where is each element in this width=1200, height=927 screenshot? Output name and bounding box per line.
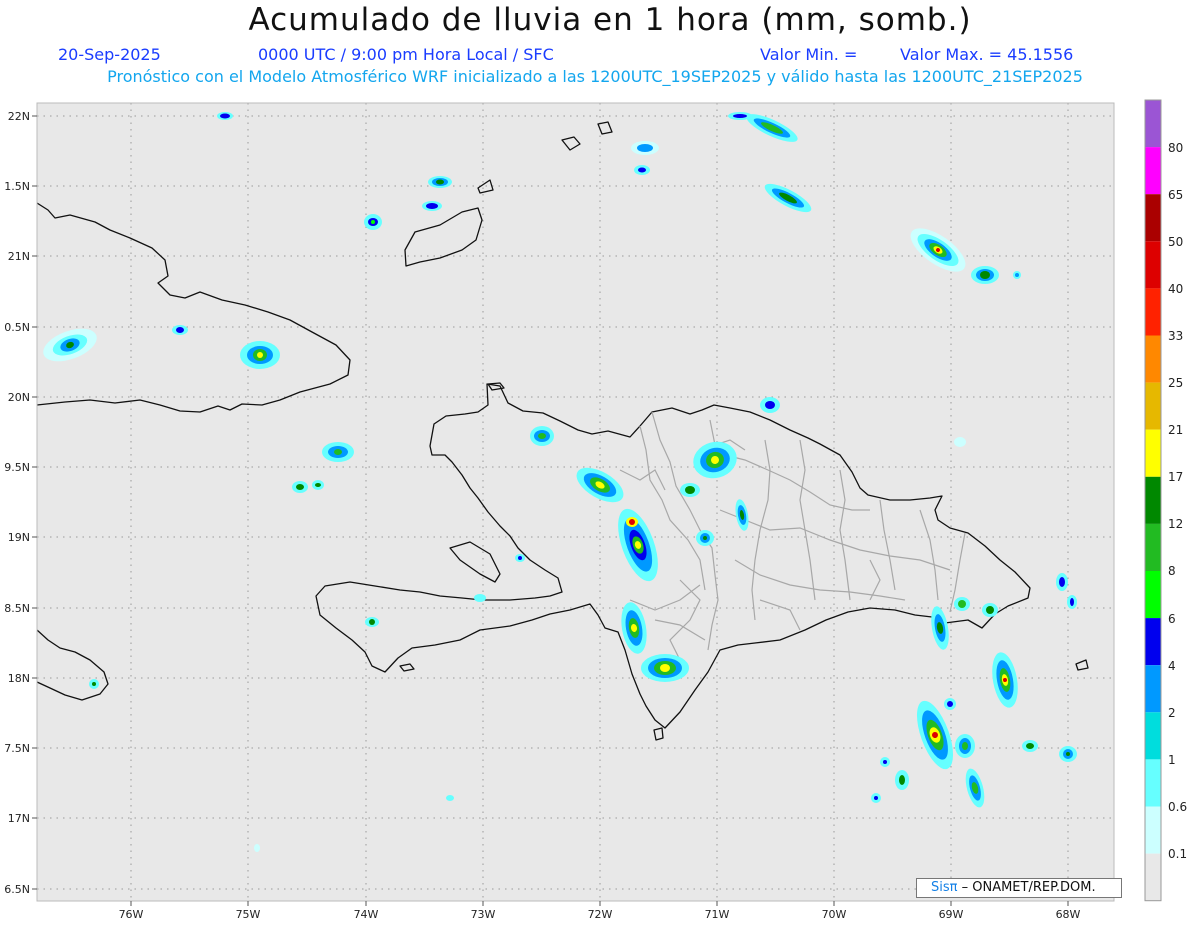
lon-tick: 75W xyxy=(236,908,261,921)
colorbar-swatch xyxy=(1145,100,1161,148)
rainfall-map: 76W 75W 74W 73W 72W 71W 70W 69W 68W 22N … xyxy=(4,99,1187,921)
credit-text: – ONAMET/REP.DOM. xyxy=(957,880,1096,895)
colorbar-label: 0.6 xyxy=(1168,800,1187,814)
colorbar-label: 12 xyxy=(1168,517,1183,531)
lon-tick: 73W xyxy=(471,908,496,921)
colorbar-swatch xyxy=(1145,194,1161,242)
latitude-labels: 22N 1.5N 21N 0.5N 20N 9.5N 19N 8.5N 18N … xyxy=(4,110,30,896)
colorbar-swatch xyxy=(1145,806,1161,854)
colorbar-label: 25 xyxy=(1168,376,1183,390)
colorbar-swatch xyxy=(1145,618,1161,666)
lon-tick: 69W xyxy=(939,908,964,921)
lon-tick: 74W xyxy=(354,908,379,921)
colorbar-label: 1 xyxy=(1168,753,1176,767)
credit-box: Sisπ – ONAMET/REP.DOM. xyxy=(916,878,1122,898)
lon-tick: 76W xyxy=(119,908,144,921)
lat-tick: 21N xyxy=(8,250,30,263)
lon-tick: 71W xyxy=(705,908,730,921)
colorbar-label: 17 xyxy=(1168,470,1183,484)
colorbar-label: 40 xyxy=(1168,282,1183,296)
lat-tick: 8.5N xyxy=(4,602,30,615)
lat-tick: 7.5N xyxy=(4,742,30,755)
colorbar-swatch xyxy=(1145,665,1161,713)
colorbar-swatch xyxy=(1145,759,1161,807)
lat-tick: 1.5N xyxy=(4,180,30,193)
colorbar-swatch xyxy=(1145,382,1161,430)
colorbar-swatch xyxy=(1145,571,1161,619)
colorbar-label: 50 xyxy=(1168,235,1183,249)
colorbar-swatch xyxy=(1145,429,1161,477)
colorbar-swatch xyxy=(1145,147,1161,195)
lat-tick: 18N xyxy=(8,672,30,685)
colorbar xyxy=(1144,99,1162,902)
lon-tick: 72W xyxy=(588,908,613,921)
longitude-labels: 76W 75W 74W 73W 72W 71W 70W 69W 68W xyxy=(119,908,1081,921)
colorbar-swatch xyxy=(1145,241,1161,289)
colorbar-swatch xyxy=(1145,288,1161,336)
plot-area xyxy=(37,103,1114,901)
colorbar-label: 33 xyxy=(1168,329,1183,343)
colorbar-label: 21 xyxy=(1168,423,1183,437)
colorbar-swatch xyxy=(1145,523,1161,571)
colorbar-label: 80 xyxy=(1168,141,1183,155)
colorbar-swatch xyxy=(1145,476,1161,524)
colorbar-label: 4 xyxy=(1168,659,1176,673)
lon-tick: 70W xyxy=(822,908,847,921)
lat-tick: 17N xyxy=(8,812,30,825)
lat-tick: 22N xyxy=(8,110,30,123)
sispi-logo: Sisπ xyxy=(931,880,958,895)
colorbar-label: 8 xyxy=(1168,564,1176,578)
colorbar-labels: 80 65 50 40 33 25 21 17 12 8 6 4 2 1 0.6… xyxy=(1168,141,1187,861)
colorbar-label: 0.1 xyxy=(1168,847,1187,861)
lat-tick: 6.5N xyxy=(4,883,30,896)
colorbar-label: 2 xyxy=(1168,706,1176,720)
lat-tick: 0.5N xyxy=(4,321,30,334)
colorbar-swatch xyxy=(1145,335,1161,383)
colorbar-label: 6 xyxy=(1168,612,1176,626)
colorbar-swatch xyxy=(1145,853,1161,901)
lat-tick: 20N xyxy=(8,391,30,404)
colorbar-swatch xyxy=(1145,712,1161,760)
lat-tick: 9.5N xyxy=(4,461,30,474)
lat-tick: 19N xyxy=(8,531,30,544)
colorbar-label: 65 xyxy=(1168,188,1183,202)
lon-tick: 68W xyxy=(1056,908,1081,921)
